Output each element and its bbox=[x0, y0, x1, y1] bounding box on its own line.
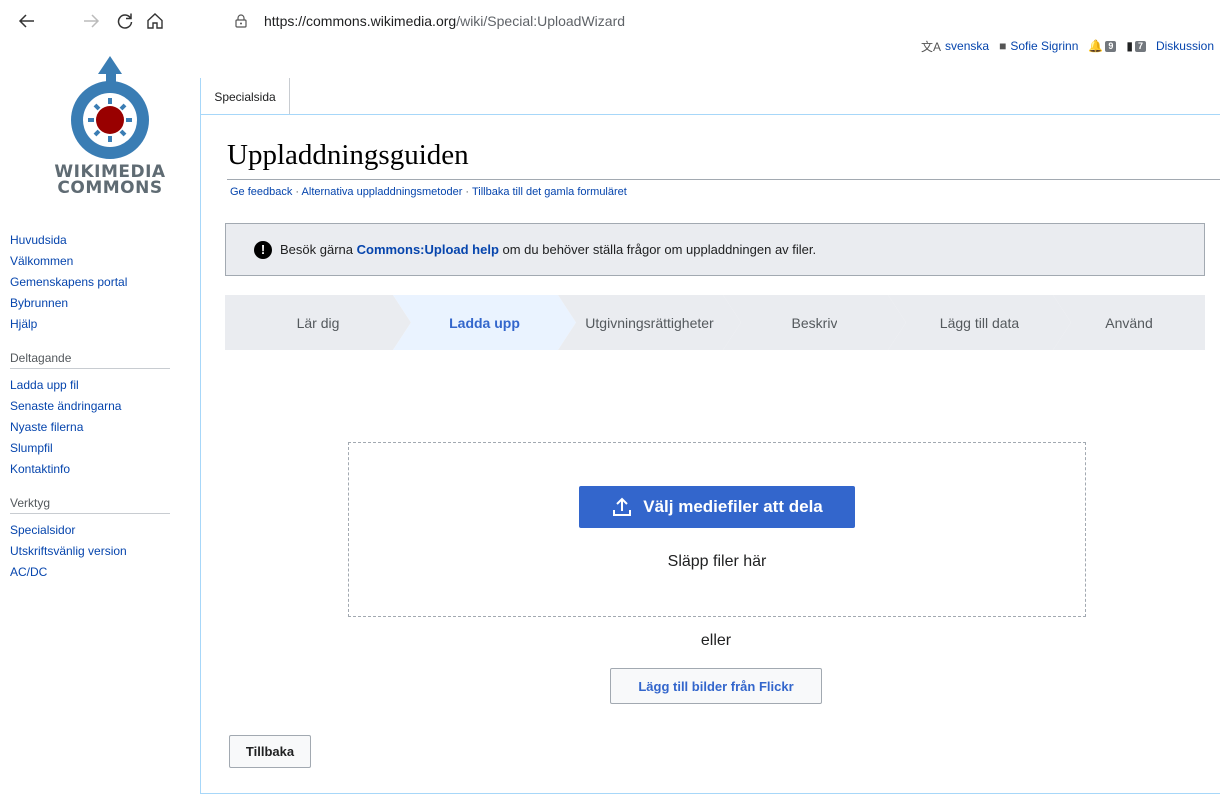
subnav-separator: · bbox=[292, 186, 302, 198]
sidebar-item-contact[interactable]: Kontaktinfo bbox=[10, 459, 180, 480]
notice-after: om du behöver ställa frågor om uppladdni… bbox=[498, 242, 817, 257]
sidebar-item-valkommen[interactable]: Välkommen bbox=[10, 251, 180, 272]
sidebar-item-hjalp[interactable]: Hjälp bbox=[10, 314, 180, 335]
logo-wordmark: WIKIMEDIA COMMONS bbox=[40, 164, 180, 198]
logo-line2: COMMONS bbox=[57, 178, 163, 198]
step-label: Utgivningsrättigheter bbox=[585, 314, 714, 331]
step-label: Använd bbox=[1105, 314, 1153, 331]
upload-help-link[interactable]: Commons:Upload help bbox=[357, 242, 499, 257]
sidebar-heading-participation: Deltagande bbox=[10, 351, 170, 369]
user-page-link[interactable]: ■ Sofie Sigrinn bbox=[999, 39, 1078, 53]
upload-icon bbox=[613, 497, 632, 516]
back-arrow-icon[interactable] bbox=[14, 8, 40, 34]
address-bar[interactable]: https://commons.wikimedia.org/wiki/Speci… bbox=[214, 6, 1204, 36]
url-text: https://commons.wikimedia.org/wiki/Speci… bbox=[264, 13, 625, 29]
step-learn: Lär dig bbox=[225, 295, 411, 350]
bell-icon: 🔔 bbox=[1088, 39, 1104, 53]
lock-icon bbox=[235, 14, 247, 28]
talk-link[interactable]: Diskussion bbox=[1156, 39, 1214, 53]
tab-special-page[interactable]: Specialsida bbox=[200, 78, 290, 115]
alerts-button[interactable]: 🔔 9 bbox=[1088, 39, 1117, 53]
sidebar-tools-nav: Specialsidor Utskriftsvänlig version AC/… bbox=[10, 520, 180, 583]
url-path: /wiki/Special:UploadWizard bbox=[456, 13, 626, 29]
browser-toolbar: https://commons.wikimedia.org/wiki/Speci… bbox=[0, 0, 1220, 42]
notices-button[interactable]: ▮ 7 bbox=[1126, 39, 1146, 53]
old-form-link[interactable]: Tillbaka till det gamla formuläret bbox=[472, 186, 627, 198]
step-add-data: Lägg till data bbox=[888, 295, 1071, 350]
notices-badge: 7 bbox=[1134, 40, 1146, 52]
sidebar-item-newest-files[interactable]: Nyaste filerna bbox=[10, 417, 180, 438]
upload-subnav: Ge feedback · Alternativa uppladdningsme… bbox=[230, 186, 627, 198]
notice-before: Besök gärna bbox=[280, 242, 357, 257]
url-host: https://commons.wikimedia.org bbox=[264, 13, 457, 29]
wizard-steps: Lär dig Ladda upp Utgivningsrättigheter … bbox=[225, 295, 1205, 350]
file-dropzone[interactable]: Välj mediefiler att dela Släpp filer här bbox=[348, 442, 1086, 617]
alerts-badge: 9 bbox=[1105, 40, 1117, 52]
step-label: Ladda upp bbox=[449, 314, 520, 331]
home-icon[interactable] bbox=[142, 8, 168, 34]
add-from-flickr-button[interactable]: Lägg till bilder från Flickr bbox=[610, 668, 822, 704]
step-label: Beskriv bbox=[791, 314, 838, 331]
main-content: Uppladdningsguiden Ge feedback · Alterna… bbox=[200, 114, 1220, 794]
title-divider bbox=[227, 179, 1220, 180]
sidebar-heading-tools: Verktyg bbox=[10, 496, 170, 514]
sidebar-participation-nav: Ladda upp fil Senaste ändringarna Nyaste… bbox=[10, 375, 180, 480]
feedback-link[interactable]: Ge feedback bbox=[230, 186, 292, 198]
sidebar-main-nav: Huvudsida Välkommen Gemenskapens portal … bbox=[10, 230, 180, 335]
subnav-separator: · bbox=[462, 186, 472, 198]
user-icon: ■ bbox=[999, 39, 1007, 53]
sidebar-item-random-file[interactable]: Slumpfil bbox=[10, 438, 180, 459]
sidebar-item-community-portal[interactable]: Gemenskapens portal bbox=[10, 272, 180, 293]
select-media-files-label: Välj mediefiler att dela bbox=[643, 497, 823, 516]
sidebar-item-huvudsida[interactable]: Huvudsida bbox=[10, 230, 180, 251]
back-button[interactable]: Tillbaka bbox=[229, 735, 311, 768]
sidebar-item-bybrunnen[interactable]: Bybrunnen bbox=[10, 293, 180, 314]
language-selector[interactable]: 文A svenska bbox=[921, 38, 989, 54]
step-describe: Beskriv bbox=[723, 295, 906, 350]
help-notice: ! Besök gärna Commons:Upload help om du … bbox=[225, 223, 1205, 276]
drop-files-text: Släpp filer här bbox=[667, 553, 767, 570]
language-label: svenska bbox=[945, 39, 990, 53]
tray-icon: ▮ bbox=[1126, 39, 1133, 53]
or-text: eller bbox=[700, 632, 732, 649]
step-label: Lär dig bbox=[296, 314, 340, 331]
sidebar-item-printable-version[interactable]: Utskriftsvänlig version bbox=[10, 541, 180, 562]
alternative-methods-link[interactable]: Alternativa uppladdningsmetoder bbox=[302, 186, 463, 198]
sidebar: Huvudsida Välkommen Gemenskapens portal … bbox=[10, 230, 180, 583]
page-title: Uppladdningsguiden bbox=[227, 139, 469, 171]
exclamation-icon: ! bbox=[254, 240, 272, 259]
personal-tools: 文A svenska ■ Sofie Sigrinn 🔔 9 ▮ 7 Diskussio… bbox=[921, 38, 1214, 54]
username-label: Sofie Sigrinn bbox=[1010, 39, 1079, 53]
step-upload: Ladda upp bbox=[393, 295, 576, 350]
select-media-files-button[interactable]: Välj mediefiler att dela bbox=[579, 486, 855, 528]
sidebar-item-special-pages[interactable]: Specialsidor bbox=[10, 520, 180, 541]
step-use: Använd bbox=[1053, 295, 1205, 350]
sidebar-item-recent-changes[interactable]: Senaste ändringarna bbox=[10, 396, 180, 417]
sidebar-item-acdc[interactable]: AC/DC bbox=[10, 562, 180, 583]
notice-text: Besök gärna Commons:Upload help om du be… bbox=[280, 242, 816, 257]
translate-icon: 文A bbox=[921, 39, 942, 54]
reload-icon[interactable] bbox=[112, 8, 138, 34]
step-release-rights: Utgivningsrättigheter bbox=[558, 295, 741, 350]
forward-arrow-icon[interactable] bbox=[78, 8, 104, 34]
step-label: Lägg till data bbox=[939, 314, 1020, 331]
sidebar-item-upload-file[interactable]: Ladda upp fil bbox=[10, 375, 180, 396]
